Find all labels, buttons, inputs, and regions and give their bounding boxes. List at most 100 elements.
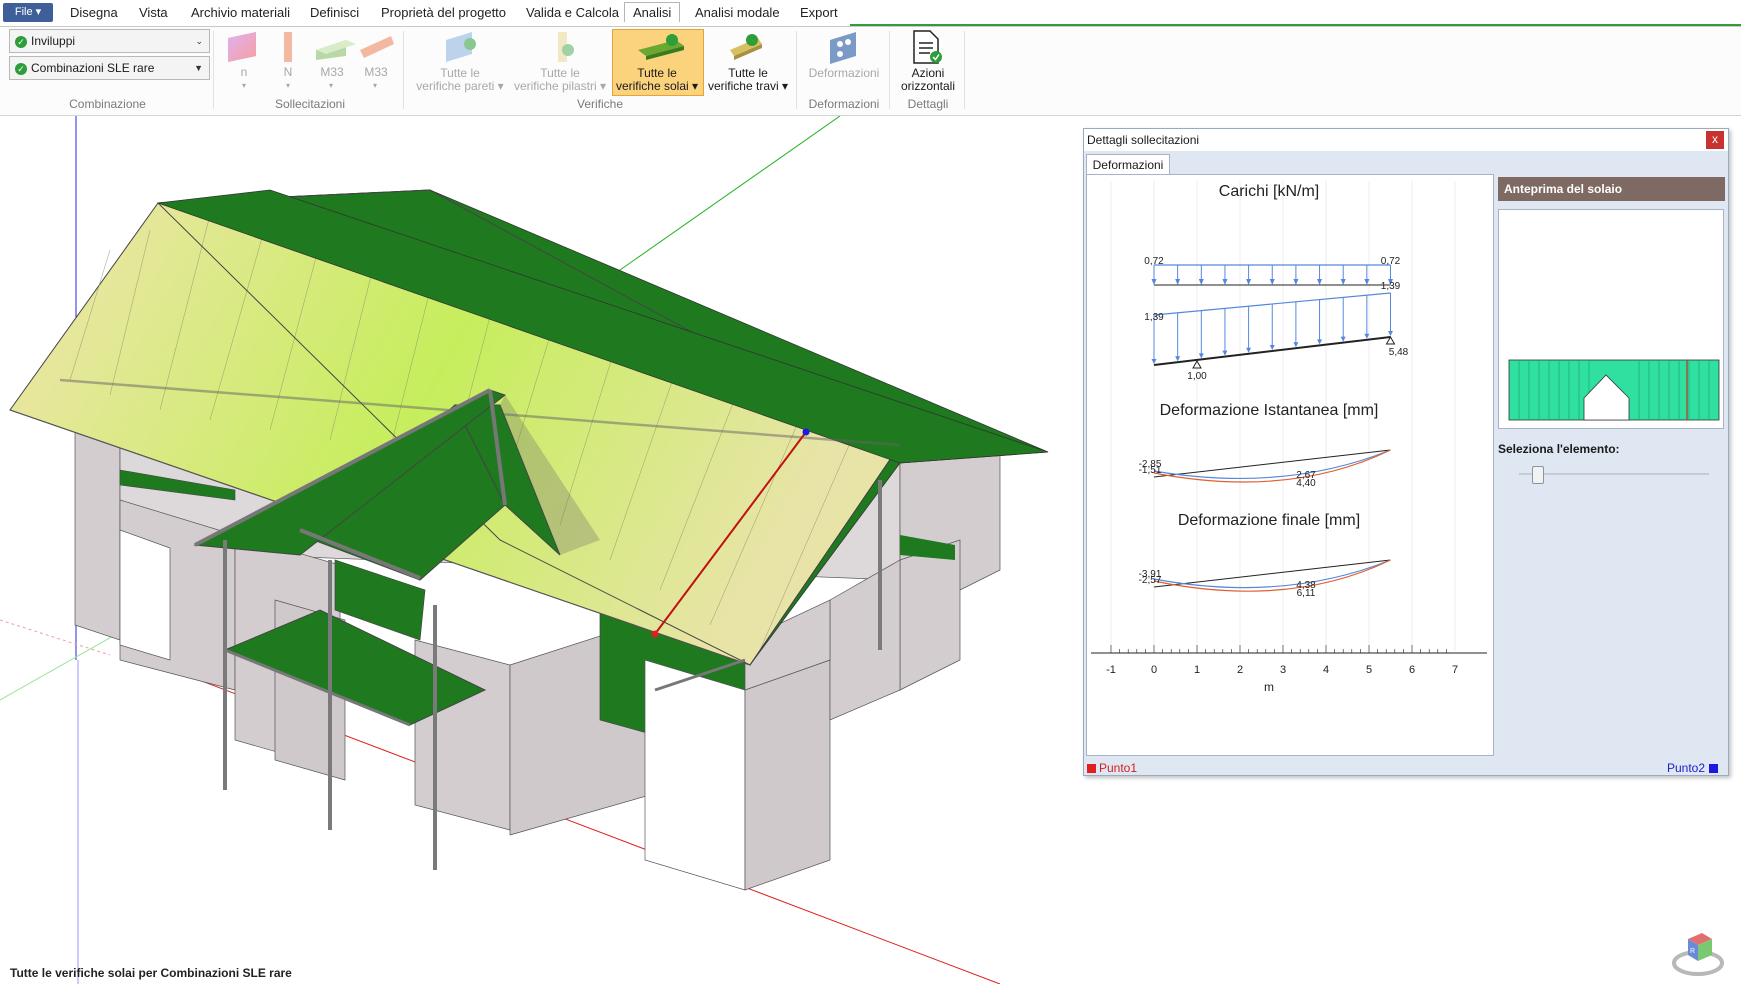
file-menu-button[interactable]: File ▾ — [3, 3, 53, 22]
slab-check-icon — [638, 34, 684, 60]
verification-icons — [446, 32, 762, 62]
legend-point1: Punto1 — [1087, 761, 1137, 775]
column-check-icon — [558, 32, 574, 62]
all-wall-checks-button[interactable]: Tutte le verifiche pareti ▾ — [410, 67, 510, 93]
group-separator — [889, 31, 890, 109]
load-arrowhead — [1293, 342, 1299, 348]
dropdown-arrow-icon: ▾ — [286, 81, 291, 90]
tick-label: 4 — [1323, 664, 1329, 676]
deformation-chart: -1 0 1 2 3 4 5 6 7 m Carichi [kN/m] 0,72 0,72 1,39 1,3… — [1086, 174, 1494, 756]
load-arrowhead — [1198, 353, 1204, 359]
group-label-dettagli: Dettagli — [907, 97, 949, 111]
shell-n-icon — [228, 32, 256, 62]
group-separator — [403, 31, 404, 109]
tab-proprieta-progetto[interactable]: Proprietà del progetto — [381, 5, 506, 20]
point1-marker — [651, 630, 659, 638]
point2-swatch — [1709, 764, 1719, 774]
group-label-verifiche: Verifiche — [576, 97, 624, 111]
support-position-label: 5,48 — [1389, 347, 1409, 358]
load-arrowhead — [1340, 279, 1346, 285]
point1-swatch — [1087, 764, 1096, 774]
m33-shell-icon — [316, 40, 356, 60]
deflection-baseline — [1153, 449, 1391, 478]
dropdown-arrow-icon: ▾ — [242, 81, 247, 90]
tab-disegna[interactable]: Disegna — [70, 5, 118, 20]
tab-analisi[interactable]: Analisi — [624, 2, 681, 22]
stress-m33-frame-button[interactable]: M33 — [361, 66, 391, 79]
tab-deformazioni[interactable]: Deformazioni — [1086, 154, 1170, 175]
check-icon: ✓ — [15, 35, 27, 48]
group-label-deformazioni: Deformazioni — [808, 97, 880, 111]
load-arrowhead — [1246, 347, 1252, 353]
ribbon: ✓ Inviluppi ⌄ ✓ Combinazioni SLE rare ▼ Comb… — [0, 27, 1741, 116]
stress-n-button[interactable]: n — [234, 66, 254, 79]
envelope-combo[interactable]: ✓ Inviluppi ⌄ — [9, 29, 210, 53]
group-label-sollecitazioni: Sollecitazioni — [274, 97, 346, 111]
all-column-checks-button[interactable]: Tutte le verifiche pilastri ▾ — [510, 67, 610, 93]
load-arrowhead — [1317, 279, 1323, 285]
load-arrowhead — [1222, 279, 1228, 285]
deflection-value-label: -1,51 — [1139, 465, 1162, 476]
tick-label: 7 — [1452, 664, 1458, 676]
deformation-icon — [830, 32, 856, 64]
stress-N-button[interactable]: N — [278, 66, 298, 79]
chevron-down-icon: ⌄ — [195, 36, 203, 46]
load-arrowhead — [1388, 331, 1393, 336]
load-arrowhead — [1151, 279, 1157, 285]
dropdown-arrow-icon: ▾ — [329, 81, 334, 90]
slab-preview — [1498, 209, 1724, 429]
check-icon: ✓ — [15, 62, 27, 75]
group-separator — [796, 31, 797, 109]
tab-export[interactable]: Export — [800, 5, 838, 20]
chevron-down-icon: ▼ — [194, 63, 203, 73]
deformations-button[interactable]: Deformazioni — [800, 67, 888, 80]
load-value-label: 0,72 — [1144, 256, 1164, 267]
frame-N-icon — [284, 32, 292, 62]
svg-text:R: R — [1690, 948, 1695, 955]
tab-valida-calcola[interactable]: Valida e Calcola — [526, 5, 619, 20]
load-arrowhead — [1175, 356, 1181, 362]
status-bar-text: Tutte le verifiche solai per Combinazion… — [10, 966, 292, 980]
group-label-combinazione: Combinazione — [69, 97, 146, 111]
element-slider-track[interactable] — [1519, 473, 1709, 475]
combination-select[interactable]: ✓ Combinazioni SLE rare ▼ — [9, 56, 210, 80]
m33-frame-icon — [360, 36, 394, 58]
tick-label: 2 — [1237, 664, 1243, 676]
stress-m33-shell-button[interactable]: M33 — [317, 66, 347, 79]
deflection-value-label: -2,57 — [1139, 575, 1162, 586]
all-beam-checks-button[interactable]: Tutte le verifiche travi ▾ — [702, 67, 794, 93]
tab-vista[interactable]: Vista — [139, 5, 168, 20]
close-button[interactable]: x — [1706, 131, 1724, 149]
tick-label: 6 — [1409, 664, 1415, 676]
tick-label: -1 — [1106, 664, 1116, 676]
group-separator — [213, 31, 214, 109]
beam-check-icon — [730, 34, 762, 60]
load-arrowhead — [1222, 350, 1228, 356]
tick-label: 5 — [1366, 664, 1372, 676]
tab-analisi-modale[interactable]: Analisi modale — [695, 5, 780, 20]
menu-bar: File ▾ Disegna Vista Archivio materiali … — [0, 0, 1741, 27]
tick-label: 0 — [1151, 664, 1157, 676]
panel-title: Dettagli sollecitazioni — [1084, 129, 1728, 151]
horizontal-actions-button[interactable]: Azioni orizzontali — [892, 67, 964, 93]
load-arrowhead — [1151, 359, 1157, 364]
group-separator — [964, 31, 965, 109]
load-arrowhead — [1269, 345, 1275, 350]
x-axis-label: m — [1264, 680, 1274, 694]
tab-archivio-materiali[interactable]: Archivio materiali — [191, 5, 290, 20]
load-value-label: 1,39 — [1381, 281, 1401, 292]
navigation-cube[interactable]: R — [1670, 925, 1726, 977]
legend-point2: Punto2 — [1667, 761, 1719, 775]
element-slider-thumb[interactable] — [1532, 466, 1544, 484]
tick-label: 3 — [1280, 664, 1286, 676]
tab-definisci[interactable]: Definisci — [310, 5, 359, 20]
section-title-final-deflection: Deformazione finale [mm] — [1178, 512, 1360, 529]
slab-preview-drawing — [1508, 359, 1720, 421]
all-slab-checks-button[interactable]: Tutte le verifiche solai ▾ — [610, 67, 704, 93]
section-title-instant-deflection: Deformazione Istantanea [mm] — [1160, 402, 1379, 419]
select-element-label: Seleziona l'elemento: — [1498, 442, 1620, 456]
load-arrowhead — [1246, 279, 1252, 285]
slab-preview-title: Anteprima del solaio — [1498, 177, 1725, 201]
wall-check-icon — [446, 32, 476, 62]
load-arrowhead — [1269, 279, 1275, 285]
